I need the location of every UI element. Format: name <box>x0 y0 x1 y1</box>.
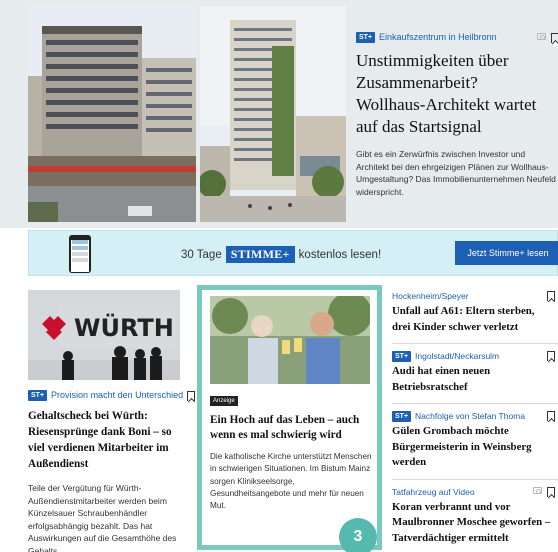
promo-text-after: kostenlos lesen! <box>298 248 382 261</box>
list-item[interactable]: Hockenheim/Speyer Unfall auf A61: Eltern… <box>392 288 558 344</box>
read-stimme-plus-button[interactable]: Jetzt Stimme+ lesen <box>455 241 558 265</box>
wuerth-logo-lettering: WÜRTH <box>74 312 174 342</box>
list-item[interactable]: ST+ Ingolstadt/Neckarsulm Audi hat einen… <box>392 348 558 404</box>
bookmark-icon[interactable] <box>547 291 555 301</box>
hero-icons <box>537 33 558 43</box>
promo-text-before: 30 Tage <box>181 248 222 261</box>
list-item-title[interactable]: Koran verbrannt und vor Maulbronner Mosc… <box>392 500 552 547</box>
ad-label: Anzeige <box>210 396 238 406</box>
list-item-kicker[interactable]: Nachfolge von Stefan Thoma <box>415 411 525 421</box>
bookmark-icon[interactable] <box>547 486 555 497</box>
annotation-number-badge: 3 <box>339 518 377 552</box>
stplus-badge: ST+ <box>28 389 48 401</box>
list-item-kicker-row: Hockenheim/Speyer <box>392 290 558 302</box>
stimme-plus-logo: STIMME+ <box>225 246 295 263</box>
wuerth-kicker-row: ST+ Provision macht den Unterschied <box>28 388 188 402</box>
stplus-badge: ST+ <box>392 410 412 422</box>
hero-title[interactable]: Unstimmigkeiten über Zusammenarbeit? Wol… <box>356 50 546 138</box>
hero-teaser-line: widerspricht. <box>356 186 404 197</box>
promo-text: 30 Tage STIMME+ kostenlos lesen! <box>181 246 381 263</box>
sponsored-article-highlight[interactable]: Anzeige Ein Hoch auf das Leben – auch we… <box>197 285 382 550</box>
list-item-title[interactable]: Gülen Grombach möchte Bürgermeisterin in… <box>392 424 552 471</box>
list-item[interactable]: ST+ Nachfolge von Stefan Thoma Gülen Gro… <box>392 408 558 480</box>
list-item[interactable]: Tatfahrzeug auf Video Koran verbrannt un… <box>392 484 558 552</box>
hero-image-office-building[interactable] <box>28 6 196 222</box>
hero-article[interactable]: ST+ Einkaufszentrum in Heilbronn Unstimm… <box>356 30 558 198</box>
hero-teaser-line: Gibt es ein Zerwürfnis zwischen Investor… <box>356 149 526 159</box>
list-item-kicker[interactable]: Hockenheim/Speyer <box>392 291 469 301</box>
stplus-badge: ST+ <box>392 350 412 362</box>
sponsored-teaser: Die katholische Kirche unterstützt Mensc… <box>210 452 372 511</box>
hero-teaser-line: Umgestaltung? Das Immobilienunternehmen … <box>356 174 556 184</box>
hero-kicker[interactable]: Einkaufszentrum in Heilbronn <box>379 32 497 42</box>
sponsored-title[interactable]: Ein Hoch auf das Leben – auch wenn es ma… <box>210 413 376 443</box>
camera-icon <box>533 486 542 494</box>
hero-teaser-line: Architekt bei den ehrgeizigen Plänen zur… <box>356 161 549 172</box>
sponsored-article-body: Anzeige Ein Hoch auf das Leben – auch we… <box>210 389 376 512</box>
list-item-title[interactable]: Unfall auf A61: Eltern sterben, drei Kin… <box>392 304 552 335</box>
list-item-title[interactable]: Audi hat einen neuen Betriebsratschef <box>392 364 552 395</box>
stplus-badge: ST+ <box>356 31 376 43</box>
wuerth-title[interactable]: Gehaltscheck bei Würth: Riesensprünge da… <box>28 408 188 472</box>
bookmark-icon[interactable] <box>547 411 555 421</box>
list-item-kicker[interactable]: Ingolstadt/Neckarsulm <box>415 351 499 361</box>
hero-image-wollhaus-rendering[interactable] <box>200 6 346 222</box>
list-item-kicker-row: ST+ Nachfolge von Stefan Thoma <box>392 410 558 422</box>
right-news-list: Hockenheim/Speyer Unfall auf A61: Eltern… <box>392 288 558 552</box>
phone-icon <box>69 235 91 273</box>
hero-kicker-row: ST+ Einkaufszentrum in Heilbronn <box>356 30 558 44</box>
stimme-plus-promo-banner[interactable]: 30 Tage STIMME+ kostenlos lesen! Jetzt S… <box>28 230 558 276</box>
bookmark-icon[interactable] <box>551 33 558 43</box>
bookmark-icon[interactable] <box>547 351 555 361</box>
wuerth-teaser: Teile der Vergütung für Würth-Außendiens… <box>28 483 177 552</box>
camera-icon <box>537 33 546 40</box>
hero-teaser: Gibt es ein Zerwürfnis zwischen Investor… <box>356 148 558 198</box>
bookmark-icon[interactable] <box>187 391 195 401</box>
list-item-kicker-row: ST+ Ingolstadt/Neckarsulm <box>392 350 558 362</box>
list-item-kicker[interactable]: Tatfahrzeug auf Video <box>392 487 475 497</box>
sponsored-article-image[interactable] <box>210 296 370 384</box>
wuerth-article-image[interactable]: WÜRTH <box>28 290 180 380</box>
wuerth-article[interactable]: ST+ Provision macht den Unterschied Geha… <box>28 388 188 552</box>
wuerth-kicker[interactable]: Provision macht den Unterschied <box>51 390 183 400</box>
news-page: ST+ Einkaufszentrum in Heilbronn Unstimm… <box>0 0 558 552</box>
list-item-icons <box>533 486 555 497</box>
